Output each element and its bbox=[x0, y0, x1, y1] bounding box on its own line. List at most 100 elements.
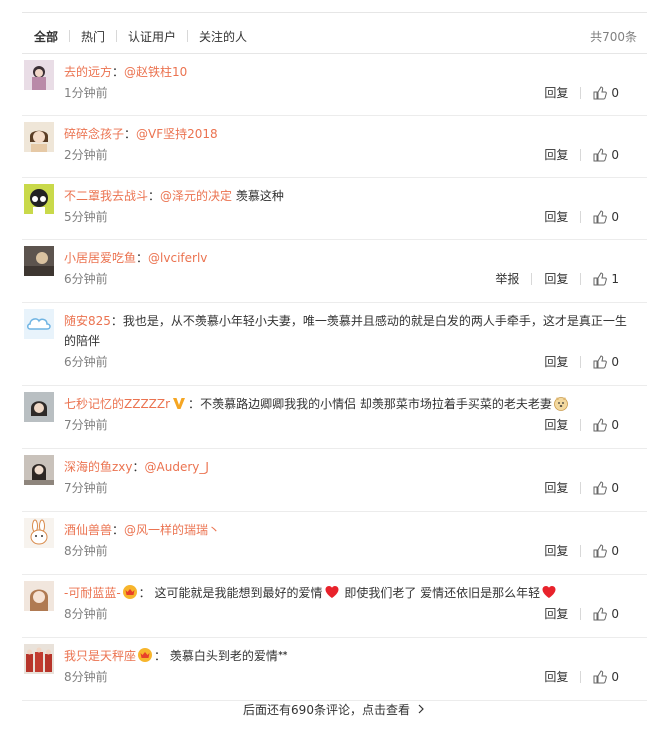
report-button[interactable]: 举报 bbox=[495, 268, 519, 290]
tab-all[interactable]: 全部 bbox=[22, 28, 69, 45]
reply-button[interactable]: 回复 bbox=[544, 666, 568, 688]
like-button[interactable]: 0 bbox=[593, 82, 619, 104]
like-button[interactable]: 0 bbox=[593, 206, 619, 228]
like-button[interactable]: 0 bbox=[593, 477, 619, 499]
avatar[interactable] bbox=[24, 122, 54, 152]
avatar[interactable] bbox=[24, 309, 54, 339]
comment-username[interactable]: 七秒记忆的ZZZZZr bbox=[64, 397, 170, 411]
colon: ： bbox=[188, 397, 201, 411]
comment-time: 2分钟前 bbox=[64, 148, 108, 162]
comment-panel: 全部 热门 认证用户 关注的人 共700条 去的远方：@赵铁柱10 1分钟前 回… bbox=[0, 0, 647, 730]
heart-emoji-icon bbox=[542, 586, 556, 598]
avatar[interactable] bbox=[24, 581, 54, 611]
like-count: 1 bbox=[611, 272, 619, 286]
mention-link[interactable]: @风一样的瑞瑞丶 bbox=[124, 523, 220, 537]
comment-username[interactable]: 酒仙兽兽 bbox=[64, 523, 112, 537]
comment-item: 小居居爱吃鱼：@lvciferlv 6分钟前 举报 回复 1 bbox=[22, 240, 647, 303]
comment-username[interactable]: 随安825 bbox=[64, 314, 111, 328]
action-separator bbox=[580, 545, 582, 557]
avatar[interactable] bbox=[24, 455, 54, 485]
reply-button[interactable]: 回复 bbox=[544, 351, 568, 373]
reply-button[interactable]: 回复 bbox=[544, 82, 568, 104]
like-button[interactable]: 0 bbox=[593, 603, 619, 625]
thumbs-up-icon bbox=[593, 481, 608, 495]
comment-time: 7分钟前 bbox=[64, 418, 108, 432]
thumbs-up-icon bbox=[593, 210, 608, 224]
comment-item: 不二罩我去战斗：@泽元的决定 羡慕这种 5分钟前 回复 0 bbox=[22, 178, 647, 240]
mention-link[interactable]: @VF坚持2018 bbox=[136, 127, 218, 141]
comment-username[interactable]: 我只是天秤座 bbox=[64, 649, 136, 663]
colon: ： bbox=[138, 586, 151, 600]
like-button[interactable]: 0 bbox=[593, 540, 619, 562]
thumbs-up-icon bbox=[593, 272, 608, 286]
like-button[interactable]: 0 bbox=[593, 414, 619, 436]
avatar[interactable] bbox=[24, 518, 54, 548]
comment-total-count: 共700条 bbox=[590, 29, 637, 44]
load-more-comments-link[interactable]: 后面还有690条评论，点击查看 bbox=[22, 691, 647, 727]
action-separator bbox=[580, 671, 582, 683]
reply-button[interactable]: 回复 bbox=[544, 144, 568, 166]
colon: ： bbox=[112, 65, 125, 79]
thumbs-up-icon bbox=[593, 670, 608, 684]
reply-button[interactable]: 回复 bbox=[544, 540, 568, 562]
reply-button[interactable]: 回复 bbox=[544, 603, 568, 625]
thumbs-up-icon bbox=[593, 86, 608, 100]
verified-v-icon bbox=[173, 398, 186, 409]
comment-list: 去的远方：@赵铁柱10 1分钟前 回复 0 碎碎念孩子：@VF坚持2018 2分… bbox=[22, 54, 647, 701]
comment-username[interactable]: 小居居爱吃鱼 bbox=[64, 251, 136, 265]
avatar[interactable] bbox=[24, 644, 54, 674]
reply-button[interactable]: 回复 bbox=[544, 268, 568, 290]
crown-badge-icon bbox=[122, 585, 137, 599]
mention-link[interactable]: @泽元的决定 bbox=[160, 189, 232, 203]
action-separator bbox=[580, 419, 582, 431]
like-count: 0 bbox=[611, 481, 619, 495]
action-separator bbox=[580, 273, 582, 285]
colon: ： bbox=[154, 649, 167, 663]
comment-item: 深海的鱼zxy：@Audery_J 7分钟前 回复 0 bbox=[22, 449, 647, 512]
avatar[interactable] bbox=[24, 246, 54, 276]
colon: ： bbox=[136, 251, 149, 265]
like-count: 0 bbox=[611, 355, 619, 369]
like-button[interactable]: 0 bbox=[593, 666, 619, 688]
reply-button[interactable]: 回复 bbox=[544, 477, 568, 499]
chevron-right-icon bbox=[418, 704, 424, 714]
avatar[interactable] bbox=[24, 60, 54, 90]
reply-button[interactable]: 回复 bbox=[544, 206, 568, 228]
action-separator bbox=[580, 608, 582, 620]
comment-username[interactable]: 碎碎念孩子 bbox=[64, 127, 124, 141]
thumbs-up-icon bbox=[593, 355, 608, 369]
like-button[interactable]: 0 bbox=[593, 144, 619, 166]
like-count: 0 bbox=[611, 607, 619, 621]
top-divider bbox=[22, 12, 647, 13]
action-separator bbox=[580, 356, 582, 368]
comment-text: 羡慕白头到老的爱情ᕯ bbox=[166, 649, 288, 663]
thumbs-up-icon bbox=[593, 148, 608, 162]
comment-text-continued: 即使我们老了 爱情还依旧是那么年轻 bbox=[340, 586, 541, 600]
tab-hot[interactable]: 热门 bbox=[70, 28, 116, 45]
action-separator bbox=[580, 87, 582, 99]
comment-item: -可耐蓝蓝- ： 这可能就是我能想到最好的爱情 即使我们老了 爱情还依旧是那么年轻… bbox=[22, 575, 647, 638]
comment-filter-tabs: 全部 热门 认证用户 关注的人 共700条 bbox=[22, 27, 637, 45]
like-button[interactable]: 0 bbox=[593, 351, 619, 373]
avatar[interactable] bbox=[24, 392, 54, 422]
tab-following[interactable]: 关注的人 bbox=[188, 28, 258, 45]
comment-username[interactable]: 不二罩我去战斗 bbox=[64, 189, 148, 203]
comment-text: 我也是，从不羡慕小年轻小夫妻，唯一羡慕并且感动的就是白发的两人手牵手，这才是真正… bbox=[64, 314, 627, 348]
mention-link[interactable]: @赵铁柱10 bbox=[124, 65, 187, 79]
comment-username[interactable]: -可耐蓝蓝- bbox=[64, 586, 121, 600]
mention-link[interactable]: @lvciferlv bbox=[148, 251, 207, 265]
reply-button[interactable]: 回复 bbox=[544, 414, 568, 436]
comment-username[interactable]: 去的远方 bbox=[64, 65, 112, 79]
colon: ： bbox=[148, 189, 161, 203]
colon: ： bbox=[124, 127, 137, 141]
comment-item: 七秒记忆的ZZZZZr ：不羡慕路边卿卿我我的小情侣 却羡那菜市场拉着手买菜的老夫… bbox=[22, 386, 647, 449]
colon: ： bbox=[112, 523, 125, 537]
comment-time: 8分钟前 bbox=[64, 544, 108, 558]
tab-verified-users[interactable]: 认证用户 bbox=[117, 28, 187, 45]
mention-link[interactable]: @Audery_J bbox=[145, 460, 209, 474]
comment-item: 酒仙兽兽：@风一样的瑞瑞丶 8分钟前 回复 0 bbox=[22, 512, 647, 575]
like-button[interactable]: 1 bbox=[593, 268, 619, 290]
avatar[interactable] bbox=[24, 184, 54, 214]
comment-text: 这可能就是我能想到最好的爱情 bbox=[150, 586, 323, 600]
comment-username[interactable]: 深海的鱼zxy bbox=[64, 460, 133, 474]
